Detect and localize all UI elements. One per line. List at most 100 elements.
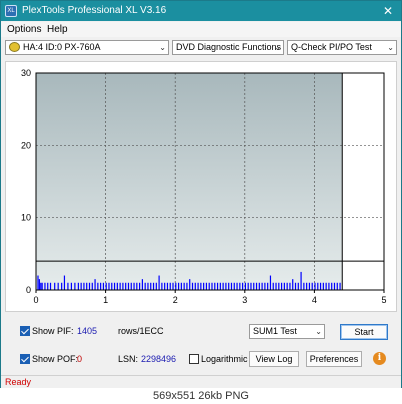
data-bar: [244, 282, 246, 290]
data-bar: [283, 282, 285, 290]
data-bar: [222, 282, 224, 290]
data-bar: [278, 282, 280, 290]
x-tick-label: 4: [312, 295, 317, 305]
title-bar[interactable]: XL PlexTools Professional XL V3.16 ✕: [1, 1, 401, 21]
data-bar: [113, 282, 116, 290]
rows-label: rows/1ECC: [118, 326, 164, 336]
logarithmic-label: Logarithmic: [201, 354, 248, 364]
data-bar: [272, 282, 274, 290]
data-bar: [280, 282, 283, 290]
show-pif-checkbox[interactable]: [20, 326, 30, 336]
data-bar: [183, 282, 185, 290]
data-bar: [116, 282, 118, 290]
x-tick-label: 0: [33, 295, 38, 305]
data-bar: [80, 282, 82, 290]
data-bar: [286, 282, 288, 290]
data-bar: [208, 282, 210, 290]
data-bar: [100, 282, 102, 290]
show-pof-checkbox[interactable]: [20, 354, 30, 364]
function-select[interactable]: DVD Diagnostic Functions ⌄: [172, 40, 284, 55]
data-bar: [297, 282, 299, 290]
image-caption: 569x551 26kb PNG: [0, 388, 402, 404]
data-bar: [303, 282, 305, 290]
data-bar: [319, 282, 322, 290]
pof-value: 0: [77, 354, 83, 364]
data-bar: [314, 282, 316, 290]
function-select-value: DVD Diagnostic Functions: [176, 42, 282, 52]
data-bar: [111, 282, 113, 290]
data-bar: [189, 279, 191, 290]
close-icon[interactable]: ✕: [381, 4, 395, 18]
lsn-value: 2298496: [141, 354, 177, 364]
data-bar: [300, 271, 302, 290]
data-bar: [322, 282, 324, 290]
y-tick-label: 20: [21, 140, 31, 150]
data-bar: [214, 282, 216, 290]
data-bar: [255, 282, 258, 290]
data-bar: [250, 282, 252, 290]
data-bar: [108, 282, 110, 290]
data-bar: [264, 282, 266, 290]
data-bar: [105, 282, 107, 290]
data-bar: [61, 282, 63, 290]
menu-options[interactable]: Options: [7, 24, 41, 36]
data-bar: [169, 282, 171, 290]
test-select[interactable]: Q-Check PI/PO Test ⌄: [287, 40, 397, 55]
data-bar: [40, 282, 42, 290]
y-tick-label: 10: [21, 213, 31, 223]
show-pif-label: Show PIF:: [32, 326, 74, 336]
data-bar: [205, 282, 208, 290]
data-bar: [294, 282, 297, 290]
info-icon[interactable]: i: [373, 352, 386, 365]
data-bar: [139, 282, 141, 290]
chevron-down-icon: ⌄: [387, 43, 394, 52]
status-bar: Ready: [1, 375, 401, 388]
toolbar: HA:4 ID:0 PX-760A ⌄ DVD Diagnostic Funct…: [1, 38, 401, 58]
data-bar: [325, 282, 327, 290]
data-bar: [161, 282, 163, 290]
data-bar: [38, 279, 40, 290]
data-bar: [219, 282, 221, 290]
data-bar: [180, 282, 182, 290]
controls-panel: Show PIF: 1405 rows/1ECC Show POF: 0 LSN…: [1, 317, 401, 373]
data-bar: [172, 282, 174, 290]
status-text: Ready: [5, 377, 32, 387]
sum-test-select[interactable]: SUM1 Test ⌄: [249, 324, 325, 339]
pi-po-chart: 0 1 2 3 4 5 0 10 20 30: [21, 68, 387, 305]
view-log-button[interactable]: View Log: [249, 351, 299, 367]
chevron-down-icon: ⌄: [274, 43, 281, 52]
unscanned-area: [342, 73, 384, 290]
x-tick-label: 2: [173, 295, 178, 305]
logarithmic-checkbox[interactable]: [189, 354, 199, 364]
start-button[interactable]: Start: [340, 324, 388, 340]
data-bar: [133, 282, 135, 290]
data-bar: [127, 282, 130, 290]
data-bar: [77, 282, 79, 290]
data-bar: [197, 282, 199, 290]
data-bar: [41, 282, 43, 290]
data-bar: [258, 282, 260, 290]
data-bar: [141, 279, 143, 290]
data-bar: [233, 282, 235, 290]
drive-select[interactable]: HA:4 ID:0 PX-760A ⌄: [5, 40, 169, 55]
data-bar: [63, 275, 66, 290]
data-bar: [49, 282, 52, 290]
data-bar: [228, 282, 230, 290]
chart-panel: 0 1 2 3 4 5 0 10 20 30: [5, 61, 397, 312]
y-tick-label: 30: [21, 68, 31, 78]
app-window: XL PlexTools Professional XL V3.16 ✕ Opt…: [0, 0, 402, 388]
data-bar: [136, 282, 138, 290]
data-bar: [317, 282, 319, 290]
drive-select-value: HA:4 ID:0 PX-760A: [23, 42, 101, 52]
data-bar: [86, 282, 88, 290]
data-bar: [177, 282, 180, 290]
menu-help[interactable]: Help: [47, 24, 68, 36]
app-icon: XL: [5, 5, 17, 17]
data-bar: [306, 282, 308, 290]
data-bar: [164, 282, 166, 290]
data-bar: [242, 282, 244, 290]
data-bar: [328, 282, 330, 290]
data-bar: [88, 282, 91, 290]
data-bar: [211, 282, 213, 290]
preferences-button[interactable]: Preferences: [306, 351, 362, 367]
